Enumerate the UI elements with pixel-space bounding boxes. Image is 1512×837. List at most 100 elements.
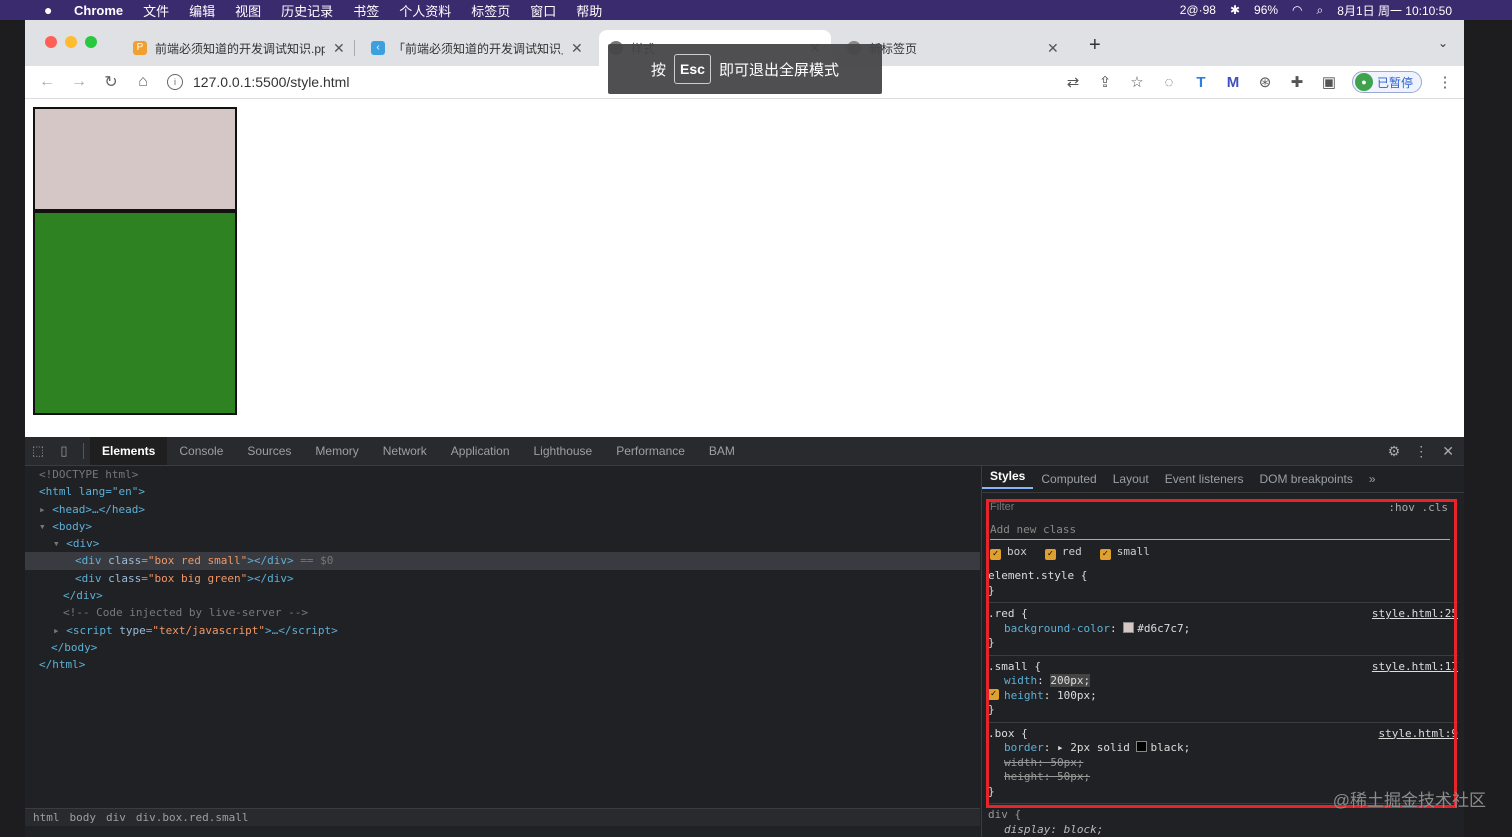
- site-info-icon[interactable]: i: [167, 74, 183, 90]
- css-property[interactable]: width: 200px;: [988, 674, 1458, 689]
- home-icon[interactable]: ⌂: [127, 73, 159, 91]
- share-icon[interactable]: ⇪: [1096, 73, 1114, 91]
- extensions-puzzle-icon[interactable]: ✚: [1288, 73, 1306, 91]
- css-property[interactable]: border: ▸ 2px solid black;: [988, 741, 1458, 756]
- color-swatch[interactable]: [1136, 741, 1148, 752]
- expand-arrow-icon[interactable]: ▸: [53, 624, 60, 637]
- forward-arrow-icon[interactable]: →: [63, 73, 95, 91]
- expand-arrow-icon[interactable]: ▸: [39, 503, 46, 516]
- menu-file[interactable]: 文件: [143, 1, 169, 20]
- rule-selector[interactable]: element.style {: [988, 569, 1458, 584]
- class-toggle-box[interactable]: ✓ box: [990, 545, 1027, 560]
- profile-button[interactable]: ● 已暂停: [1351, 71, 1422, 93]
- close-devtools-icon[interactable]: ✕: [1442, 443, 1454, 460]
- device-toolbar-icon[interactable]: ▯: [51, 443, 77, 459]
- add-class-input[interactable]: Add new class: [990, 523, 1450, 540]
- menu-profile[interactable]: 个人资料: [399, 1, 451, 20]
- menu-help[interactable]: 帮助: [576, 1, 602, 20]
- styles-filter-input[interactable]: Filter :hov .cls: [990, 501, 1452, 515]
- dom-node-body[interactable]: ▾ <body>: [25, 518, 980, 535]
- checkbox-checked-icon[interactable]: ✓: [1099, 549, 1111, 560]
- tab-sources[interactable]: Sources: [235, 437, 303, 465]
- settings-gear-icon[interactable]: ⚙: [1388, 443, 1401, 460]
- apple-icon[interactable]: ●: [44, 2, 60, 18]
- dom-node-comment[interactable]: <!-- Code injected by live-server -->: [25, 604, 980, 621]
- address-bar[interactable]: i 127.0.0.1:5500/style.html: [167, 69, 349, 95]
- spotlight-icon[interactable]: ⌕: [1317, 3, 1324, 18]
- reload-icon[interactable]: ↻: [95, 72, 127, 92]
- tab-computed[interactable]: Computed: [1033, 472, 1104, 486]
- close-tab-icon[interactable]: ✕: [333, 40, 345, 57]
- dom-node-body-close[interactable]: </body>: [25, 639, 980, 656]
- more-menu-icon[interactable]: ⋮: [1436, 73, 1454, 91]
- tab-lighthouse[interactable]: Lighthouse: [522, 437, 605, 465]
- tab-dom-breakpoints[interactable]: DOM breakpoints: [1251, 472, 1360, 486]
- menu-bookmarks[interactable]: 书签: [353, 1, 379, 20]
- tab-styles[interactable]: Styles: [982, 469, 1034, 489]
- tab-console[interactable]: Console: [167, 437, 235, 465]
- minimize-window-button[interactable]: [65, 36, 77, 48]
- tab-performance[interactable]: Performance: [604, 437, 697, 465]
- network-status[interactable]: 2@·98: [1180, 3, 1216, 17]
- tab-application[interactable]: Application: [439, 437, 522, 465]
- wifi-icon[interactable]: ◠: [1292, 3, 1302, 17]
- checkbox-checked-icon[interactable]: ✓: [988, 688, 999, 700]
- menu-window[interactable]: 窗口: [530, 1, 556, 20]
- css-property-overridden[interactable]: height: 50px;: [988, 770, 1458, 785]
- tab-search-chevron-icon[interactable]: ⌄: [1438, 36, 1448, 50]
- close-tab-icon[interactable]: ✕: [1047, 40, 1059, 57]
- dom-node-html-close[interactable]: </html>: [25, 656, 980, 673]
- dom-node-div-close[interactable]: </div>: [25, 587, 980, 604]
- class-toggle-small[interactable]: ✓ small: [1099, 545, 1150, 560]
- tab-1[interactable]: P 前端必须知道的开发调试知识.pp ✕: [123, 30, 355, 66]
- dom-node-html[interactable]: <html lang="en">: [25, 483, 980, 500]
- filter-options[interactable]: :hov .cls: [1388, 501, 1448, 514]
- more-tabs-chevron-icon[interactable]: »: [1361, 472, 1384, 486]
- css-property[interactable]: ✓ height: 100px;: [988, 688, 1458, 704]
- menu-edit[interactable]: 编辑: [189, 1, 215, 20]
- dom-node-sibling[interactable]: <div class="box big green"></div>: [25, 570, 980, 587]
- tab-event-listeners[interactable]: Event listeners: [1157, 472, 1252, 486]
- color-swatch[interactable]: [1123, 621, 1135, 633]
- tab-layout[interactable]: Layout: [1105, 472, 1157, 486]
- new-tab-icon[interactable]: +: [1089, 34, 1101, 57]
- menu-history[interactable]: 历史记录: [281, 1, 333, 20]
- fullscreen-window-button[interactable]: [85, 36, 97, 48]
- battery-percent[interactable]: 96%: [1254, 3, 1278, 17]
- box-red-small[interactable]: [33, 107, 237, 211]
- more-options-icon[interactable]: ⋮: [1414, 443, 1428, 460]
- tab-memory[interactable]: Memory: [303, 437, 370, 465]
- extension-t-icon[interactable]: T: [1192, 74, 1210, 91]
- dom-node-head[interactable]: ▸ <head>…</head>: [25, 501, 980, 518]
- menu-view[interactable]: 视图: [235, 1, 261, 20]
- inspect-element-icon[interactable]: ⬚: [25, 443, 51, 459]
- class-toggle-red[interactable]: ✓ red: [1044, 545, 1082, 560]
- back-arrow-icon[interactable]: ←: [31, 73, 63, 91]
- crumb-selected[interactable]: div.box.red.small: [136, 809, 249, 826]
- rule-source-link[interactable]: style.html:9: [1379, 727, 1458, 742]
- css-property-overridden[interactable]: width: 50px;: [988, 756, 1458, 771]
- rule-source-link[interactable]: style.html:25: [1372, 607, 1458, 622]
- menu-app-name[interactable]: Chrome: [74, 3, 123, 18]
- url-text[interactable]: 127.0.0.1:5500/style.html: [193, 74, 349, 90]
- checkbox-checked-icon[interactable]: ✓: [990, 549, 1001, 560]
- extension-m-icon[interactable]: M: [1224, 74, 1242, 91]
- translate-icon[interactable]: ⇄: [1064, 73, 1082, 91]
- dom-node-selected[interactable]: <div class="box red small"></div> == $0: [25, 552, 980, 570]
- tab-network[interactable]: Network: [371, 437, 439, 465]
- close-tab-icon[interactable]: ✕: [571, 40, 583, 57]
- rule-source-link[interactable]: style.html:17: [1372, 660, 1458, 675]
- tab-bam[interactable]: BAM: [697, 437, 747, 465]
- crumb-div[interactable]: div: [106, 809, 126, 826]
- checkbox-checked-icon[interactable]: ✓: [1044, 549, 1056, 560]
- bookmark-star-icon[interactable]: ☆: [1128, 73, 1146, 91]
- box-big-green[interactable]: [33, 211, 237, 415]
- collapse-arrow-icon[interactable]: ▾: [39, 520, 46, 533]
- collapse-arrow-icon[interactable]: ▾: [53, 537, 60, 550]
- crumb-body[interactable]: body: [70, 809, 97, 826]
- bluetooth-icon[interactable]: ✱: [1230, 3, 1240, 17]
- datetime[interactable]: 8月1日 周一 10:10:50: [1337, 2, 1452, 19]
- menu-tabs[interactable]: 标签页: [471, 1, 510, 20]
- dom-node-div-wrapper[interactable]: ▾ <div>: [25, 535, 980, 552]
- side-panel-icon[interactable]: ▣: [1320, 73, 1338, 91]
